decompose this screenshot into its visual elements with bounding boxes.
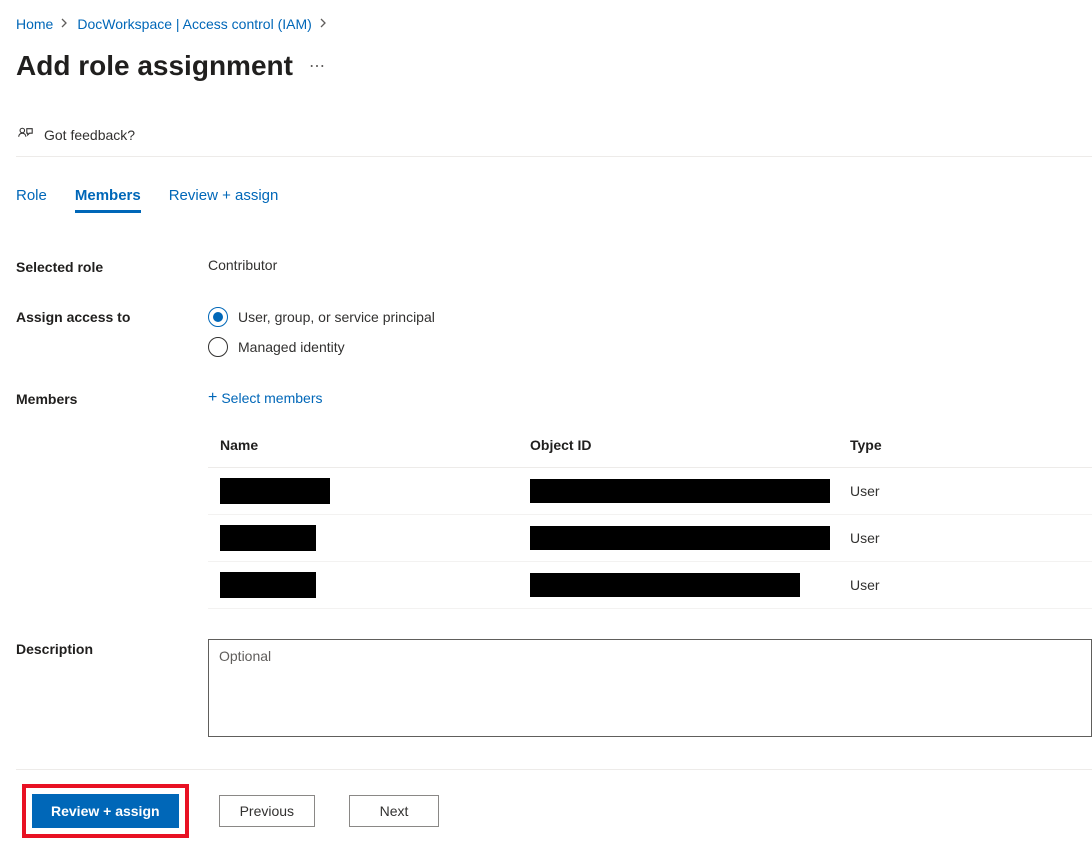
feedback-text: Got feedback? <box>44 127 135 143</box>
radio-icon <box>208 307 228 327</box>
members-label: Members <box>16 389 208 407</box>
highlight-box: Review + assign <box>22 784 189 838</box>
description-textarea[interactable] <box>208 639 1092 737</box>
redacted-name <box>220 478 330 504</box>
radio-label: Managed identity <box>238 339 345 355</box>
tabs: Role Members Review + assign <box>16 187 1092 213</box>
select-members-link[interactable]: + Select members <box>208 390 323 406</box>
redacted-name <box>220 572 316 598</box>
assign-access-label: Assign access to <box>16 307 208 325</box>
selected-role-label: Selected role <box>16 257 208 275</box>
select-members-text: Select members <box>221 390 322 406</box>
tab-review-assign[interactable]: Review + assign <box>169 187 279 213</box>
member-type: User <box>838 562 1092 609</box>
feedback-icon <box>16 126 34 144</box>
radio-icon <box>208 337 228 357</box>
radio-user-group-service[interactable]: User, group, or service principal <box>208 307 1092 327</box>
table-row[interactable]: User <box>208 515 1092 562</box>
chevron-right-icon <box>320 18 328 31</box>
selected-role-value: Contributor <box>208 257 1092 273</box>
more-actions-icon[interactable]: ⋯ <box>309 56 326 76</box>
breadcrumb-workspace[interactable]: DocWorkspace | Access control (IAM) <box>77 16 311 32</box>
feedback-link[interactable]: Got feedback? <box>16 126 1092 157</box>
redacted-object-id <box>530 526 830 550</box>
plus-icon: + <box>208 390 217 406</box>
breadcrumb: Home DocWorkspace | Access control (IAM) <box>16 12 1092 36</box>
column-header-name[interactable]: Name <box>208 425 518 468</box>
member-type: User <box>838 515 1092 562</box>
radio-managed-identity[interactable]: Managed identity <box>208 337 1092 357</box>
radio-label: User, group, or service principal <box>238 309 435 325</box>
table-row[interactable]: User <box>208 562 1092 609</box>
tab-members[interactable]: Members <box>75 187 141 213</box>
next-button[interactable]: Next <box>349 795 439 827</box>
chevron-right-icon <box>61 18 69 31</box>
redacted-object-id <box>530 573 800 597</box>
column-header-object-id[interactable]: Object ID <box>518 425 838 468</box>
description-label: Description <box>16 639 208 657</box>
column-header-type[interactable]: Type <box>838 425 1092 468</box>
page-title: Add role assignment <box>16 50 293 82</box>
tab-role[interactable]: Role <box>16 187 47 213</box>
footer-actions: Review + assign Previous Next <box>16 769 1092 852</box>
redacted-object-id <box>530 479 830 503</box>
previous-button[interactable]: Previous <box>219 795 315 827</box>
table-row[interactable]: User <box>208 468 1092 515</box>
breadcrumb-home[interactable]: Home <box>16 16 53 32</box>
members-table: Name Object ID Type User User <box>208 425 1092 609</box>
redacted-name <box>220 525 316 551</box>
member-type: User <box>838 468 1092 515</box>
assign-access-radio-group: User, group, or service principal Manage… <box>208 307 1092 357</box>
